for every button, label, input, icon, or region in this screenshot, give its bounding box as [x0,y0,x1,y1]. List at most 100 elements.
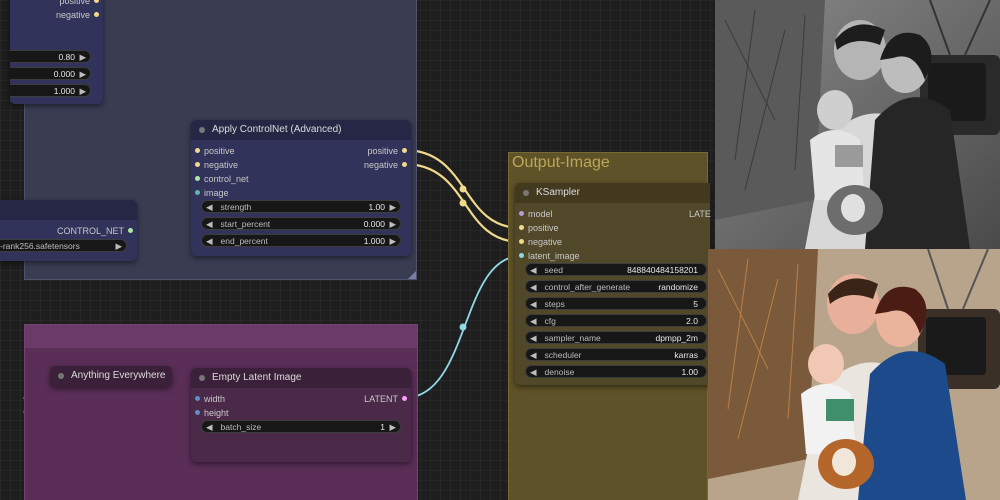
input-slot-dot[interactable] [195,176,200,181]
steps-widget[interactable]: ◀ steps 5 [525,297,707,310]
output-slot-dot[interactable] [94,0,99,3]
wire-negative-out[interactable] [402,162,523,244]
node-header[interactable]: Empty Latent Image [191,368,411,388]
input-label: positive [204,146,235,156]
input-slot-dot[interactable] [195,190,200,195]
wire-midpoint[interactable] [459,323,467,331]
input-slot-dot[interactable] [519,225,524,230]
decrement-arrow-icon[interactable]: ◀ steps [530,299,565,310]
top-left-node[interactable]: positive negative 0.80 ▶ 0.000 ▶ 1.000 ▶ [10,0,103,104]
input-negative[interactable]: negative [195,160,238,170]
output-control-net[interactable]: CONTROL_NET [57,226,133,236]
decrement-arrow-icon[interactable]: ◀ control_after_generate [530,282,630,293]
ckpt-name-combo[interactable]: -rank256.safetensors ▶ [0,239,127,252]
anything-everywhere-node[interactable]: Anything Everywhere [50,366,172,387]
collapse-dot-icon[interactable] [523,190,529,196]
input-height[interactable]: height [195,408,229,418]
input-positive[interactable]: positive [519,223,559,233]
start-percent-widget[interactable]: ◀ start_percent 0.000 ▶ [201,217,401,230]
collapse-dot-icon[interactable] [199,375,205,381]
input-slot-dot[interactable] [195,162,200,167]
input-control-net[interactable]: control_net [195,174,249,184]
input-slot-dot[interactable] [519,253,524,258]
decrement-arrow-icon[interactable]: ◀ batch_size [206,422,261,433]
scheduler-widget[interactable]: ◀ scheduler karras [525,348,707,361]
wire-midpoint[interactable] [459,199,467,207]
input-slot-dot[interactable] [195,396,200,401]
cfg-widget[interactable]: ◀ cfg 2.0 [525,314,707,327]
decrement-arrow-icon[interactable]: ◀ strength [206,202,251,213]
output-slot-dot[interactable] [94,12,99,17]
node-header[interactable]: Anything Everywhere [50,366,172,387]
empty-latent-image-node[interactable]: Empty Latent Image width height LATENT ◀… [191,368,411,462]
output-slot-dot[interactable] [402,162,407,167]
input-positive[interactable]: positive [195,146,235,156]
input-label: positive [528,223,559,233]
input-slot-dot[interactable] [195,410,200,415]
decrement-arrow-icon[interactable]: ◀ scheduler [530,350,581,361]
input-latent-image[interactable]: latent_image [519,251,580,261]
ksampler-node[interactable]: KSampler model positive negative latent_… [515,183,711,385]
strength-widget[interactable]: ◀ strength 1.00 ▶ [201,200,401,213]
wire-midpoint[interactable] [459,185,467,193]
output-positive[interactable]: positive [59,0,99,6]
decrement-arrow-icon[interactable]: ◀ seed [530,265,563,276]
output-slot-dot[interactable] [402,148,407,153]
input-slot-dot[interactable] [195,148,200,153]
node-header[interactable] [0,200,137,220]
widget-label: sampler_name [544,333,601,343]
output-label: CONTROL_NET [56,226,124,236]
controlnet-loader-node[interactable]: CONTROL_NET -rank256.safetensors ▶ [0,200,137,261]
seed-widget[interactable]: ◀ seed 848840484158201 [525,263,707,276]
denoise-widget[interactable]: ◀ denoise 1.00 [525,365,707,378]
control-after-generate-widget[interactable]: ◀ control_after_generate randomize [525,280,707,293]
batch-size-widget[interactable]: ◀ batch_size 1 ▶ [201,420,401,433]
apply-controlnet-node[interactable]: Apply ControlNet (Advanced) positive neg… [191,120,411,256]
wire-positive-out[interactable] [402,148,523,230]
output-slot-dot[interactable] [128,228,133,233]
collapse-dot-icon[interactable] [58,373,64,379]
decrement-arrow-icon[interactable]: ◀ cfg [530,316,556,327]
output-latent[interactable]: LATE [689,209,711,219]
increment-arrow-icon[interactable]: ▶ [389,422,396,433]
output-label: LATE [689,209,711,219]
increment-arrow-icon[interactable]: ▶ [79,69,86,80]
input-model[interactable]: model [519,209,553,219]
input-negative[interactable]: negative [519,237,562,247]
increment-arrow-icon[interactable]: ▶ [115,241,122,252]
group-header[interactable] [25,325,417,348]
node-title: Apply ControlNet (Advanced) [212,124,342,135]
decrement-arrow-icon[interactable]: ◀ end_percent [206,236,268,247]
input-image[interactable]: image [195,188,229,198]
output-negative[interactable]: negative [364,160,407,170]
decrement-arrow-icon[interactable]: ◀ sampler_name [530,333,601,344]
output-latent[interactable]: LATENT [364,394,407,404]
output-label: negative [363,160,398,170]
widget-value: 1.00 [681,367,698,377]
increment-arrow-icon[interactable]: ▶ [79,86,86,97]
output-positive[interactable]: positive [367,146,407,156]
wire-latent[interactable] [403,255,522,399]
input-slot-dot[interactable] [519,211,524,216]
node-header[interactable]: KSampler [515,183,710,203]
decrement-arrow-icon[interactable]: ◀ start_percent [206,219,270,230]
collapse-dot-icon[interactable] [199,127,205,133]
value-widget[interactable]: 0.000 ▶ [10,67,91,80]
sampler-name-widget[interactable]: ◀ sampler_name dpmpp_2m [525,331,707,344]
group-title[interactable]: Output-Image [512,154,610,172]
decrement-arrow-icon[interactable]: ◀ denoise [530,367,574,378]
group-resize-handle[interactable] [408,271,416,279]
input-width[interactable]: width [195,394,225,404]
increment-arrow-icon[interactable]: ▶ [389,236,396,247]
output-negative[interactable]: negative [56,10,99,20]
value-widget[interactable]: 0.80 ▶ [10,50,91,63]
widget-label: scheduler [544,350,582,360]
value-widget[interactable]: 1.000 ▶ [10,84,91,97]
node-header[interactable]: Apply ControlNet (Advanced) [191,120,411,140]
increment-arrow-icon[interactable]: ▶ [79,52,86,63]
increment-arrow-icon[interactable]: ▶ [389,219,396,230]
input-slot-dot[interactable] [519,239,524,244]
end-percent-widget[interactable]: ◀ end_percent 1.000 ▶ [201,234,401,247]
output-slot-dot[interactable] [402,396,407,401]
increment-arrow-icon[interactable]: ▶ [389,202,396,213]
